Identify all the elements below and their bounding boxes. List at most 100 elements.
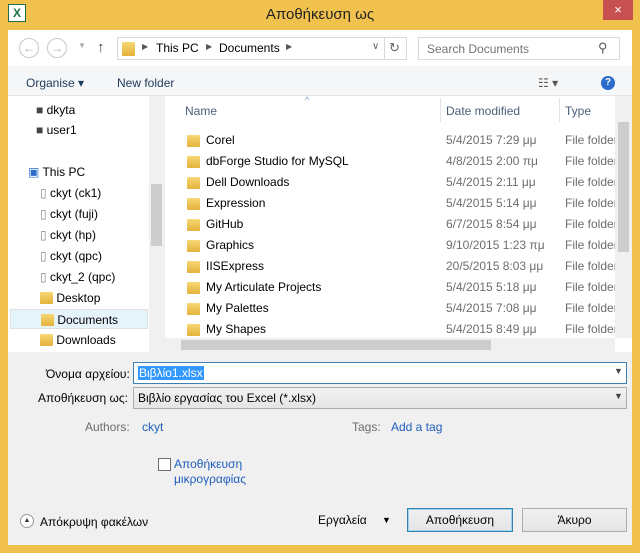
column-header-date[interactable]: Date modified (446, 104, 520, 118)
sidebar-item-label: ckyt (fuji) (49, 207, 98, 221)
savetype-value: Βιβλίο εργασίας του Excel (*.xlsx) (138, 391, 316, 405)
sidebar-item-dkyta[interactable]: ■ dkyta (36, 100, 75, 120)
column-header-type[interactable]: Type (565, 104, 591, 118)
breadcrumb-separator-icon: ▶ (142, 42, 149, 51)
view-options-button[interactable]: ☷ ▾ (538, 76, 558, 90)
organise-button[interactable]: Organise ▾ (26, 76, 84, 90)
file-name: My Shapes (206, 322, 267, 336)
file-type: File folder (565, 133, 615, 147)
file-type: File folder (565, 322, 615, 336)
file-name: My Articulate Projects (206, 280, 322, 294)
breadcrumb-separator-icon: ▶ (286, 42, 293, 51)
save-button[interactable]: Αποθήκευση (407, 508, 513, 532)
sidebar-item-ckyt-ck1[interactable]: ▯ ckyt (ck1) (40, 183, 101, 203)
sidebar-item-label: ckyt (hp) (49, 228, 96, 242)
file-name: My Palettes (206, 301, 269, 315)
folder-icon (187, 324, 200, 336)
file-name: GitHub (206, 217, 244, 231)
table-row[interactable]: GitHub 6/7/2015 8:54 μμ File folder (165, 214, 625, 235)
breadcrumb-this-pc[interactable]: This PC (156, 41, 199, 55)
chevron-down-icon[interactable]: ▼ (614, 391, 623, 401)
file-date: 5/4/2015 5:14 μμ (446, 196, 537, 210)
search-icon[interactable]: ⚲ (598, 40, 608, 56)
scrollbar-thumb[interactable] (181, 340, 491, 350)
table-row[interactable]: My Shapes 5/4/2015 8:49 μμ File folder (165, 319, 625, 340)
sidebar-item-this-pc[interactable]: ▣ This PC (28, 162, 85, 182)
sidebar-item-ckyt-fuji[interactable]: ▯ ckyt (fuji) (40, 204, 98, 224)
hide-folders-button[interactable]: Απόκρυψη φακέλων (40, 515, 148, 529)
authors-value[interactable]: ckyt (142, 420, 163, 434)
chevron-down-icon[interactable]: ▼ (614, 366, 623, 376)
file-date: 5/4/2015 5:18 μμ (446, 280, 537, 294)
sidebar-item-ckyt-hp[interactable]: ▯ ckyt (hp) (40, 225, 96, 245)
documents-icon (41, 314, 54, 326)
tools-button[interactable]: Εργαλεία (318, 513, 367, 527)
breadcrumb-documents[interactable]: Documents (219, 41, 280, 55)
navigation-pane: ■ dkyta ■ user1 ▣ This PC ▯ ckyt (ck1) ▯… (8, 96, 164, 352)
folder-icon (187, 219, 200, 231)
table-row[interactable]: Dell Downloads 5/4/2015 2:11 μμ File fol… (165, 172, 625, 193)
back-button[interactable]: ← (19, 38, 39, 58)
search-input[interactable] (418, 37, 620, 60)
network-drive-icon: ▯ (40, 207, 47, 221)
address-dropdown-icon[interactable]: ∨ (372, 41, 379, 52)
scrollbar-thumb[interactable] (151, 184, 162, 246)
folder-icon (187, 177, 200, 189)
savetype-select[interactable]: Βιβλίο εργασίας του Excel (*.xlsx) ▼ (133, 387, 627, 409)
horizontal-scrollbar[interactable] (165, 338, 615, 352)
close-button[interactable]: × (603, 0, 633, 20)
file-date: 4/8/2015 2:00 πμ (446, 154, 538, 168)
file-type: File folder (565, 238, 615, 252)
user-icon: ■ (36, 103, 44, 117)
sidebar-item-downloads[interactable]: Downloads (40, 330, 116, 350)
file-type: File folder (565, 175, 615, 189)
address-bar[interactable]: ▶ This PC ▶ Documents ▶ ∨ ↻ (117, 37, 407, 60)
table-row[interactable]: IISExpress 20/5/2015 8:03 μμ File folder (165, 256, 625, 277)
save-thumbnail-label-2[interactable]: μικρογραφίας (174, 472, 246, 486)
sidebar-item-desktop[interactable]: Desktop (40, 288, 100, 308)
help-icon[interactable]: ? (601, 76, 615, 90)
table-row[interactable]: Expression 5/4/2015 5:14 μμ File folder (165, 193, 625, 214)
computer-icon: ▣ (28, 165, 40, 179)
cancel-button[interactable]: Άκυρο (522, 508, 627, 532)
file-date: 5/4/2015 2:11 μμ (446, 175, 536, 189)
forward-button[interactable]: → (47, 38, 67, 58)
sidebar-item-label: Downloads (56, 333, 116, 347)
table-row[interactable]: dbForge Studio for MySQL 4/8/2015 2:00 π… (165, 151, 625, 172)
table-row[interactable]: My Palettes 5/4/2015 7:08 μμ File folder (165, 298, 625, 319)
file-date: 20/5/2015 8:03 μμ (446, 259, 544, 273)
scrollbar-thumb[interactable] (618, 122, 629, 252)
folder-icon (187, 282, 200, 294)
file-date: 9/10/2015 1:23 πμ (446, 238, 545, 252)
divider (440, 98, 441, 122)
filename-input[interactable]: Βιβλίο1.xlsx ▼ (133, 362, 627, 384)
up-button[interactable]: ↑ (97, 39, 105, 56)
sidebar-item-ckyt2-qpc[interactable]: ▯ ckyt_2 (qpc) (40, 267, 115, 287)
breadcrumb-separator-icon: ▶ (206, 42, 213, 51)
file-name: IISExpress (206, 259, 265, 273)
tags-input[interactable]: Add a tag (391, 420, 442, 434)
network-drive-icon: ▯ (40, 228, 47, 242)
table-row[interactable]: My Articulate Projects 5/4/2015 5:18 μμ … (165, 277, 625, 298)
window-title: Αποθήκευση ως (265, 6, 375, 23)
refresh-icon[interactable]: ↻ (389, 40, 400, 56)
save-thumbnail-label-1[interactable]: Αποθήκευση (174, 457, 242, 471)
divider (559, 98, 560, 122)
folder-icon (187, 240, 200, 252)
save-thumbnail-checkbox[interactable] (158, 458, 171, 471)
network-drive-icon: ▯ (40, 270, 47, 284)
sidebar-item-documents[interactable]: Documents (10, 309, 148, 329)
table-row[interactable]: Corel 5/4/2015 7:29 μμ File folder (165, 130, 625, 151)
sidebar-item-user1[interactable]: ■ user1 (36, 120, 77, 140)
table-row[interactable]: Graphics 9/10/2015 1:23 πμ File folder (165, 235, 625, 256)
file-name: Expression (206, 196, 266, 210)
file-type: File folder (565, 280, 615, 294)
sidebar-scrollbar[interactable] (149, 96, 164, 352)
vertical-scrollbar[interactable] (615, 96, 632, 338)
collapse-icon[interactable]: ▲ (20, 514, 34, 528)
sidebar-item-ckyt-qpc[interactable]: ▯ ckyt (qpc) (40, 246, 102, 266)
column-header-name[interactable]: Name (185, 104, 217, 118)
tools-dropdown-icon[interactable]: ▼ (382, 515, 391, 525)
new-folder-button[interactable]: New folder (117, 76, 174, 90)
recent-dropdown-icon[interactable]: ▼ (78, 41, 86, 50)
